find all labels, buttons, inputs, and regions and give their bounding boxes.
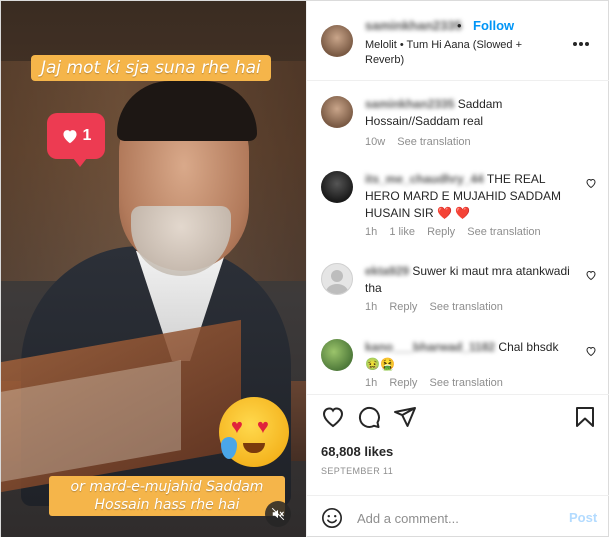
- comment-username[interactable]: saminkhan2335: [365, 97, 454, 111]
- author-username[interactable]: saminkhan2335: [365, 18, 462, 33]
- comment-text: its_me_chaudhry_44 THE REAL HERO MARD E …: [365, 171, 575, 222]
- likes-count[interactable]: 68,808 likes: [321, 444, 393, 459]
- like-comment-heart-icon[interactable]: [585, 177, 597, 189]
- emoji-mouth: [243, 443, 265, 453]
- comment-item: ekta929 Suwer ki maut mra atankwadi tha …: [307, 263, 609, 318]
- add-comment-input[interactable]: [357, 508, 557, 528]
- post-date[interactable]: SEPTEMBER 11: [321, 466, 393, 476]
- comment-username[interactable]: kano___bharwad_1182: [365, 340, 495, 354]
- like-heart-icon[interactable]: [321, 405, 345, 429]
- comment-item: kano___bharwad_1182 Chal bhsdk 🤢🤮 1h Rep…: [307, 339, 609, 391]
- separator-dot: •: [457, 18, 462, 33]
- author-avatar[interactable]: [321, 25, 353, 57]
- add-comment-bar: Post: [307, 495, 609, 537]
- see-translation-link[interactable]: See translation: [430, 301, 503, 313]
- emoji-tear: [221, 437, 237, 459]
- comment-text: kano___bharwad_1182 Chal bhsdk 🤢🤮: [365, 339, 575, 373]
- comment-time[interactable]: 1h: [365, 377, 377, 389]
- comment-like-count[interactable]: 1 like: [389, 226, 415, 238]
- heart-icon: [63, 130, 77, 144]
- like-notification-count: 1: [82, 127, 92, 144]
- reply-button[interactable]: Reply: [389, 377, 417, 389]
- see-translation-link[interactable]: See translation: [397, 136, 470, 148]
- post-actions: 68,808 likes SEPTEMBER 11: [307, 394, 609, 494]
- comment-time[interactable]: 1h: [365, 226, 377, 238]
- comment-username[interactable]: ekta929: [365, 264, 409, 278]
- see-translation-link[interactable]: See translation: [430, 377, 503, 389]
- comment-meta: 1h 1 like Reply See translation: [365, 226, 550, 238]
- heart-eye-left-icon: ♥: [231, 416, 243, 438]
- post-header: saminkhan2335 • Follow Melolit • Tum Hi …: [307, 1, 609, 81]
- audio-track-link[interactable]: Melolit • Tum Hi Aana (Slowed + Reverb): [365, 38, 555, 68]
- comment-username[interactable]: its_me_chaudhry_44: [365, 172, 484, 186]
- reply-button[interactable]: Reply: [389, 301, 417, 313]
- post-side-panel: saminkhan2335 • Follow Melolit • Tum Hi …: [306, 1, 609, 537]
- comment-avatar[interactable]: [321, 339, 353, 371]
- comment-meta: 10w See translation: [365, 136, 480, 148]
- post-video[interactable]: Jaj mot ki sja suna rhe hai 1 ♥ ♥ or mar…: [1, 1, 306, 537]
- post-comment-button[interactable]: Post: [569, 510, 597, 525]
- heart-eyes-emoji: ♥ ♥: [219, 397, 289, 467]
- caption-comment: saminkhan2335 Saddam Hossain//Saddam rea…: [307, 96, 609, 156]
- comment-item: its_me_chaudhry_44 THE REAL HERO MARD E …: [307, 171, 609, 241]
- mute-button[interactable]: [265, 501, 291, 527]
- comment-time[interactable]: 10w: [365, 136, 385, 148]
- video-caption-top: Jaj mot ki sja suna rhe hai: [31, 55, 271, 81]
- speaker-muted-icon: [271, 507, 285, 521]
- like-notification-bubble: 1: [47, 113, 105, 167]
- more-options-button[interactable]: [572, 31, 590, 52]
- instagram-post: Jaj mot ki sja suna rhe hai 1 ♥ ♥ or mar…: [0, 0, 609, 537]
- comment-avatar[interactable]: [321, 96, 353, 128]
- video-caption-bottom: or mard-e-mujahid Saddam Hossain hass rh…: [49, 476, 285, 516]
- comment-bubble-icon[interactable]: [357, 405, 381, 429]
- comment-time[interactable]: 1h: [365, 301, 377, 313]
- comment-avatar[interactable]: [321, 171, 353, 203]
- reply-button[interactable]: Reply: [427, 226, 455, 238]
- comment-text: saminkhan2335 Saddam Hossain//Saddam rea…: [365, 96, 575, 130]
- like-comment-heart-icon[interactable]: [585, 269, 597, 281]
- comment-text: ekta929 Suwer ki maut mra atankwadi tha: [365, 263, 575, 297]
- heart-eye-right-icon: ♥: [257, 416, 269, 438]
- comment-meta: 1h Reply See translation: [365, 301, 512, 313]
- see-translation-link[interactable]: See translation: [467, 226, 540, 238]
- emoji-smiley-icon[interactable]: [321, 507, 343, 529]
- follow-button[interactable]: Follow: [473, 18, 514, 33]
- more-horizontal-icon: [573, 42, 589, 46]
- comment-avatar[interactable]: [321, 263, 353, 295]
- comment-meta: 1h Reply See translation: [365, 377, 512, 389]
- save-bookmark-icon[interactable]: [573, 405, 597, 429]
- like-comment-heart-icon[interactable]: [585, 345, 597, 357]
- share-paper-plane-icon[interactable]: [393, 405, 417, 429]
